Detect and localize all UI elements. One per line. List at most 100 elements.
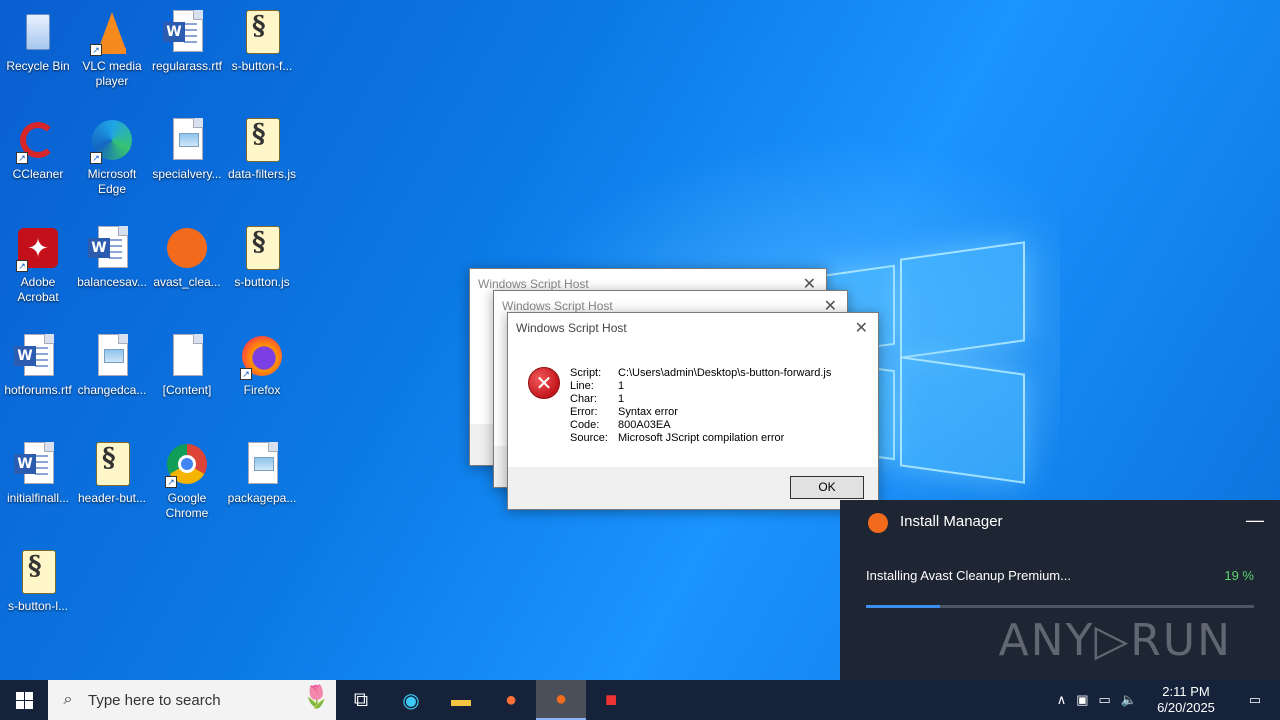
file-explorer-icon[interactable]: ▬	[436, 680, 486, 720]
word-doc-icon: W	[88, 224, 136, 272]
install-progress-track	[866, 605, 1254, 608]
error-detail-key: Line:	[570, 380, 594, 392]
word-doc-icon: W	[14, 440, 62, 488]
desktop-icon[interactable]: § s-button.js	[224, 224, 300, 290]
desktop-icon-label: Microsoft Edge	[87, 167, 137, 196]
desktop-icon[interactable]: ↗ Google Chrome	[149, 440, 225, 521]
windows-logo-icon	[15, 691, 33, 709]
desktop-icon[interactable]: § header-but...	[74, 440, 150, 506]
script-icon: §	[238, 116, 286, 164]
desktop-icon[interactable]: [Content]	[149, 332, 225, 398]
search-highlight-icon: 🌷	[302, 684, 330, 709]
desktop-icon-label: balancesav...	[77, 275, 147, 289]
error-detail-key: Error:	[570, 406, 598, 418]
error-detail-value: C:\Users\admin\Desktop\s-button-forward.…	[618, 367, 832, 379]
error-detail-row: Line: 1	[570, 380, 831, 393]
desktop-icon-label: [Content]	[162, 383, 212, 397]
desktop-icon-label: specialvery...	[152, 167, 222, 181]
install-percent: 19 %	[1224, 568, 1254, 583]
script-icon: §	[88, 440, 136, 488]
word-doc-icon: W	[163, 8, 211, 56]
script-icon: §	[238, 8, 286, 56]
script-icon: §	[238, 224, 286, 272]
error-detail-value: Microsoft JScript compilation error	[618, 432, 785, 444]
desktop-icon-label: s-button.js	[234, 275, 290, 289]
device-icon[interactable]: ▣	[1076, 692, 1088, 708]
install-manager-panel: Install Manager — Installing Avast Clean…	[840, 500, 1280, 680]
system-tray: ∧ ▣ ▭ 🔈 2:11 PM 6/20/2025 ▭	[1052, 680, 1280, 720]
notification-icon[interactable]: ▭	[1235, 692, 1275, 708]
desktop-icon[interactable]: § s-button-f...	[224, 8, 300, 74]
error-detail-row: Char: 1	[570, 393, 831, 406]
desktop-icon-label: header-but...	[77, 491, 147, 505]
error-detail-row: Script: C:\Users\admin\Desktop\s-button-f…	[570, 367, 831, 380]
desktop-icon-label: packagepa...	[227, 491, 297, 505]
dialog-title: Windows Script Host	[516, 321, 627, 335]
recycle-bin-icon	[14, 8, 62, 56]
desktop-icon[interactable]: ↗ Microsoft Edge	[74, 116, 150, 197]
desktop-icon[interactable]: Recycle Bin	[0, 8, 76, 74]
word-doc-icon: W	[14, 332, 62, 380]
volume-icon[interactable]: 🔈	[1121, 692, 1137, 708]
script-host-error-dialog[interactable]: Windows Script Host ✕ ✕ Script: C:\Users\a…	[507, 312, 879, 510]
error-detail-value: Syntax error	[618, 406, 678, 418]
chevron-up-icon[interactable]: ∧	[1057, 692, 1067, 708]
taskbar: ⌕ Type here to search 🌷 ⧉ ◉ ▬ ● ● ■ ∧ ▣ …	[0, 680, 1280, 720]
desktop-icon[interactable]: ↗ Firefox	[224, 332, 300, 398]
script-host-taskbar-icon[interactable]: ■	[586, 680, 636, 720]
ccleaner-icon: ↗	[14, 116, 62, 164]
error-detail-value: 1	[618, 393, 625, 405]
avast-logo-icon	[868, 513, 888, 533]
desktop-icon[interactable]: packagepa...	[224, 440, 300, 506]
desktop-icon[interactable]: changedca...	[74, 332, 150, 398]
start-button[interactable]	[0, 680, 48, 720]
dialog-title: Windows Script Host	[478, 277, 589, 291]
chrome-icon: ↗	[163, 440, 211, 488]
minimize-icon[interactable]: —	[1246, 510, 1264, 531]
search-icon: ⌕	[63, 691, 73, 708]
error-detail-row: Error: Syntax error	[570, 406, 831, 419]
ok-button[interactable]: OK	[790, 476, 864, 499]
clock[interactable]: 2:11 PM 6/20/2025	[1150, 684, 1222, 716]
desktop-icon[interactable]: ✦ ↗ Adobe Acrobat	[0, 224, 76, 305]
desktop-icon-label: VLC media player	[82, 59, 142, 88]
firefox-taskbar-icon[interactable]: ●	[486, 680, 536, 720]
desktop-icon-label: data-filters.js	[227, 167, 297, 181]
error-detail-value: 800A03EA	[618, 419, 671, 431]
task-view-icon[interactable]: ⧉	[336, 680, 386, 720]
error-detail-key: Script:	[570, 367, 602, 379]
desktop-icon[interactable]: ↗ CCleaner	[0, 116, 76, 182]
taskbar-search[interactable]: ⌕ Type here to search 🌷	[48, 680, 336, 720]
desktop-icon-label: s-button-l...	[7, 599, 69, 613]
desktop-icon[interactable]: Wregularass.rtf	[149, 8, 225, 74]
desktop-icon[interactable]: § data-filters.js	[224, 116, 300, 182]
dialog-title: Windows Script Host	[502, 299, 613, 313]
script-icon: §	[14, 548, 62, 596]
error-detail-key: Source:	[570, 432, 608, 444]
search-placeholder: Type here to search	[88, 691, 221, 709]
error-detail-row: Source: Microsoft JScript compilation err…	[570, 432, 831, 445]
desktop-icon[interactable]: ↗ VLC media player	[74, 8, 150, 89]
desktop-icon-label: Google Chrome	[165, 491, 209, 520]
blank-doc-icon	[163, 332, 211, 380]
desktop-icon-label: s-button-f...	[231, 59, 293, 73]
error-details: Script: C:\Users\admin\Desktop\s-button-f…	[570, 367, 831, 445]
desktop-icon-label: avast_clea...	[153, 275, 221, 289]
desktop-icon[interactable]: Whotforums.rtf	[0, 332, 76, 398]
edge-icon: ↗	[88, 116, 136, 164]
error-detail-row: Code: 800A03EA	[570, 419, 831, 432]
network-icon[interactable]: ▭	[1099, 692, 1111, 708]
desktop-icon-label: changedca...	[77, 383, 147, 397]
desktop-icon-label: initialfinall...	[6, 491, 70, 505]
desktop-icon[interactable]: specialvery...	[149, 116, 225, 182]
error-detail-value: 1	[618, 380, 625, 392]
desktop-icon[interactable]: § s-button-l...	[0, 548, 76, 614]
desktop-icon-label: Firefox	[243, 383, 281, 397]
desktop-icon[interactable]: avast_clea...	[149, 224, 225, 290]
desktop-icon[interactable]: Winitialfinall...	[0, 440, 76, 506]
close-icon[interactable]: ✕	[855, 318, 868, 338]
edge-taskbar-icon[interactable]: ◉	[386, 680, 436, 720]
avast-taskbar-icon[interactable]: ●	[536, 680, 586, 720]
error-icon: ✕	[528, 367, 560, 399]
desktop-icon[interactable]: Wbalancesav...	[74, 224, 150, 290]
